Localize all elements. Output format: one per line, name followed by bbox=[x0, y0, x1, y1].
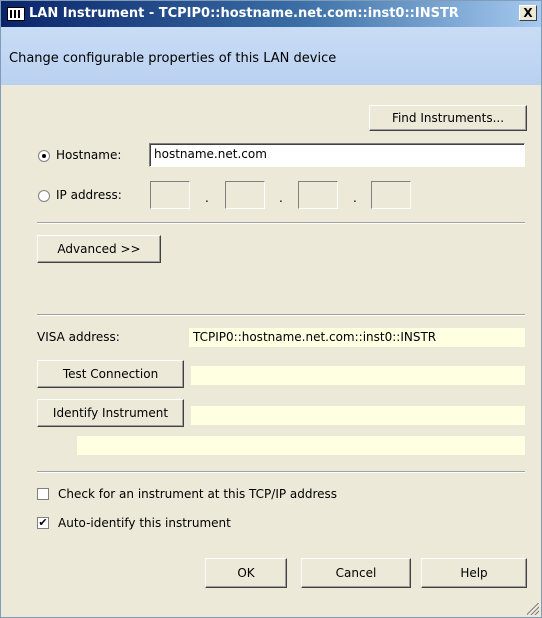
check-tcpip-checkbox[interactable] bbox=[37, 488, 49, 500]
ip-address-label: IP address: bbox=[56, 188, 122, 202]
ip-separator: . bbox=[353, 191, 357, 205]
visa-address-label: VISA address: bbox=[37, 330, 120, 344]
window-title: LAN Instrument - TCPIP0::hostname.net.co… bbox=[29, 6, 459, 21]
checkmark-icon: ✔ bbox=[38, 516, 48, 529]
ip-octet-3-input[interactable] bbox=[298, 181, 338, 209]
auto-identify-label: Auto-identify this instrument bbox=[58, 516, 231, 530]
advanced-button[interactable]: Advanced >> bbox=[37, 235, 161, 263]
header-description: Change configurable properties of this L… bbox=[9, 51, 337, 66]
ip-separator: . bbox=[279, 191, 283, 205]
instrument-icon bbox=[7, 7, 25, 21]
help-button[interactable]: Help bbox=[421, 558, 527, 588]
identify-instrument-button[interactable]: Identify Instrument bbox=[37, 399, 184, 427]
ok-button[interactable]: OK bbox=[205, 558, 287, 588]
ip-octet-2-input[interactable] bbox=[225, 181, 265, 209]
test-connection-button[interactable]: Test Connection bbox=[37, 360, 184, 388]
hostname-label: Hostname: bbox=[56, 148, 122, 162]
ip-octet-1-input[interactable] bbox=[150, 181, 190, 209]
close-button[interactable]: X bbox=[519, 5, 537, 21]
check-tcpip-label: Check for an instrument at this TCP/IP a… bbox=[58, 487, 338, 501]
header-band: Change configurable properties of this L… bbox=[1, 27, 541, 85]
ip-octet-4-input[interactable] bbox=[371, 181, 411, 209]
lan-instrument-dialog: LAN Instrument - TCPIP0::hostname.net.co… bbox=[0, 0, 542, 618]
resize-grip-icon[interactable] bbox=[527, 603, 539, 615]
separator bbox=[37, 222, 525, 224]
test-connection-result bbox=[191, 366, 525, 385]
title-bar[interactable]: LAN Instrument - TCPIP0::hostname.net.co… bbox=[1, 1, 541, 27]
cancel-button[interactable]: Cancel bbox=[301, 558, 411, 588]
hostname-input[interactable]: hostname.net.com bbox=[149, 143, 525, 167]
instrument-identity-field bbox=[77, 436, 525, 455]
ip-separator: . bbox=[205, 191, 209, 205]
separator bbox=[37, 471, 525, 473]
ip-address-radio[interactable] bbox=[38, 190, 50, 202]
hostname-radio[interactable] bbox=[38, 150, 50, 162]
identify-instrument-result bbox=[191, 406, 525, 425]
auto-identify-checkbox[interactable]: ✔ bbox=[37, 517, 49, 529]
find-instruments-button[interactable]: Find Instruments... bbox=[369, 105, 527, 131]
visa-address-field: TCPIP0::hostname.net.com::inst0::INSTR bbox=[189, 328, 525, 347]
separator bbox=[37, 314, 525, 316]
